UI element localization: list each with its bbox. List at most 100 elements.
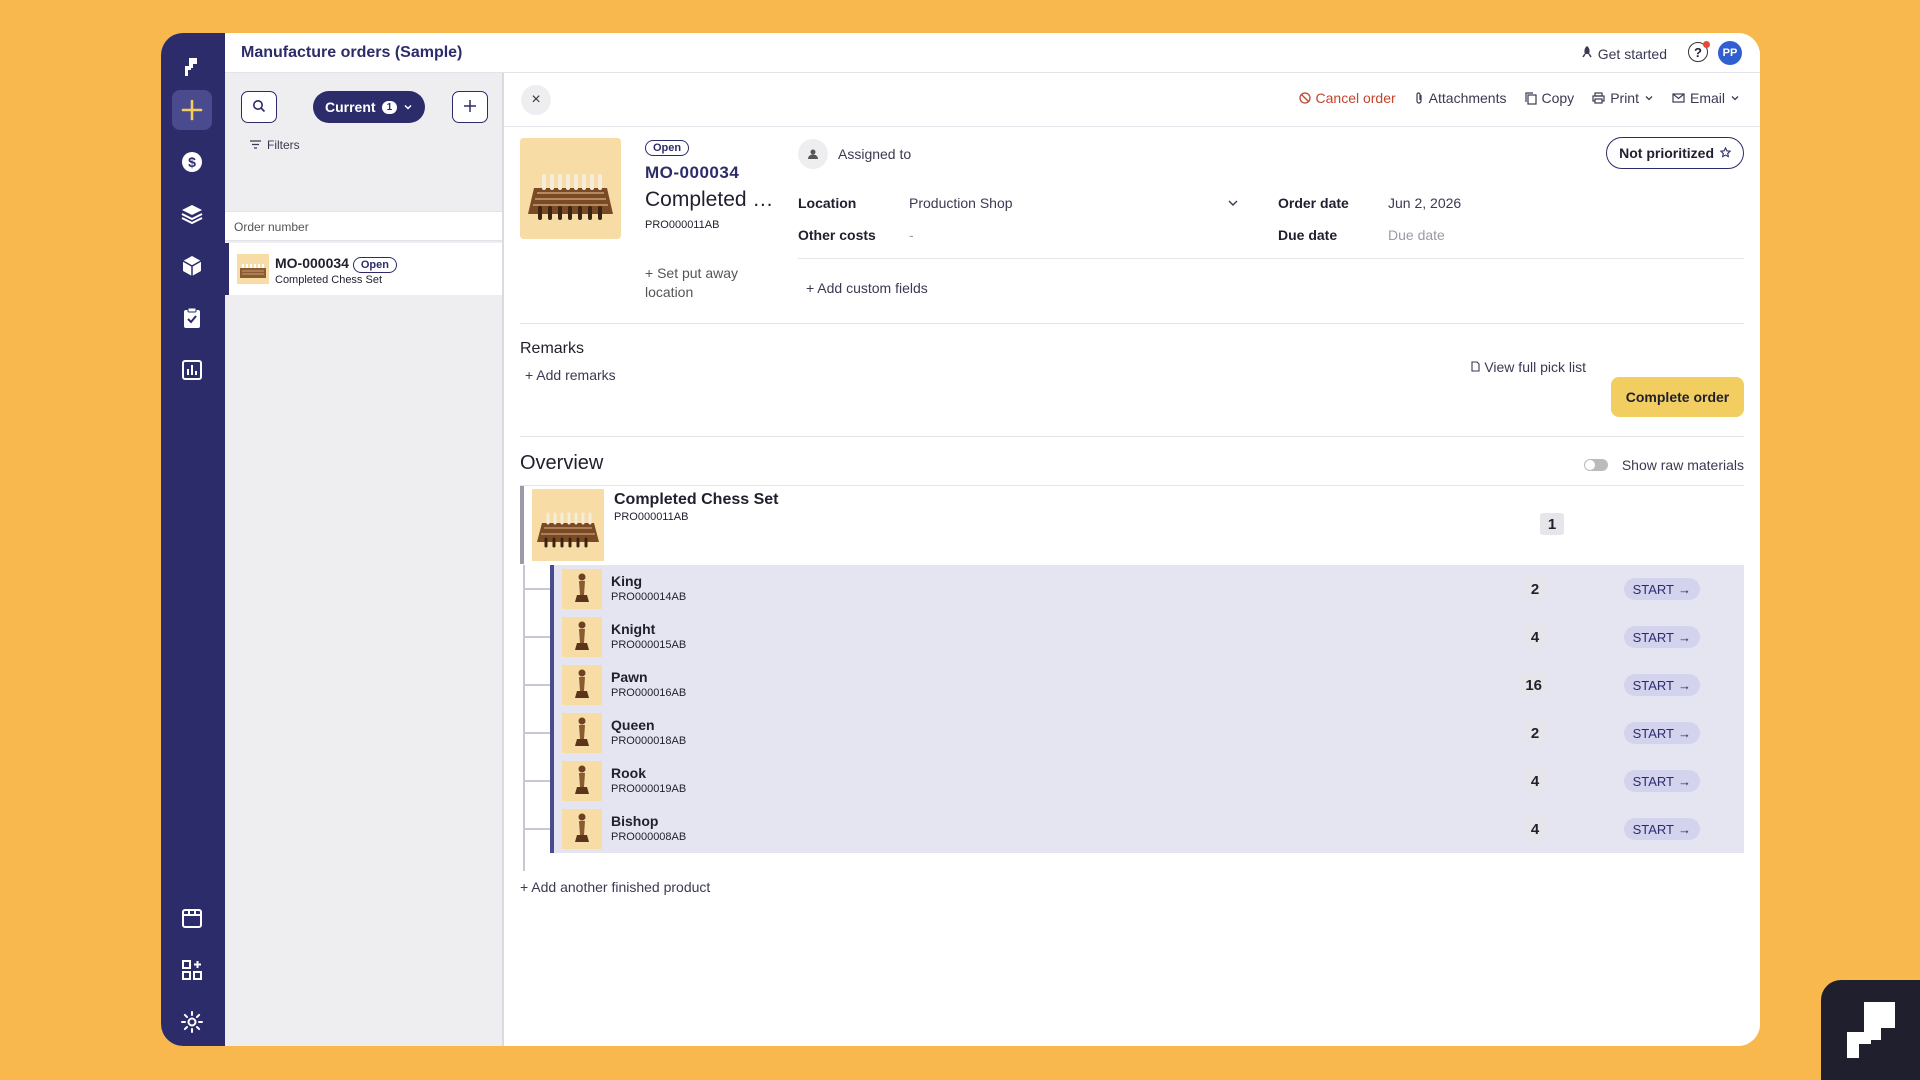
start-button[interactable]: START → xyxy=(1623,722,1700,744)
component-row[interactable]: Bishop PRO000008AB 4 START → xyxy=(550,805,1744,853)
action-bar: Cancel order Attachments Copy Print Emai… xyxy=(1298,90,1740,106)
finished-product-row[interactable]: Completed Chess Set PRO000011AB 1 xyxy=(520,486,1744,564)
set-put-away-location-link[interactable]: + Set put away location xyxy=(645,264,755,302)
gear-icon[interactable] xyxy=(172,1002,212,1042)
component-row[interactable]: Queen PRO000018AB 2 START → xyxy=(550,709,1744,757)
star-icon xyxy=(1719,145,1732,161)
notification-dot xyxy=(1703,41,1710,48)
arrow-right-icon: → xyxy=(1678,677,1691,693)
search-button[interactable] xyxy=(241,91,277,123)
order-number-column-header[interactable]: Order number xyxy=(225,211,502,241)
quantity[interactable]: 2 xyxy=(1523,722,1547,744)
logo-icon[interactable] xyxy=(172,47,212,87)
arrow-right-icon: → xyxy=(1678,773,1691,789)
product-code: PRO000011AB xyxy=(614,511,689,523)
add-custom-fields-link[interactable]: + Add custom fields xyxy=(806,280,928,296)
start-button[interactable]: START → xyxy=(1623,578,1700,600)
arrow-right-icon: → xyxy=(1678,725,1691,741)
chevron-down-icon xyxy=(403,99,413,115)
show-raw-materials-toggle[interactable] xyxy=(1584,459,1608,471)
add-remarks-link[interactable]: + Add remarks xyxy=(525,367,616,383)
component-name: Queen xyxy=(611,717,655,733)
priority-label: Not prioritized xyxy=(1619,145,1714,161)
get-started-label: Get started xyxy=(1597,45,1667,62)
product-name: Completed Chess Set xyxy=(614,491,779,508)
component-row[interactable]: Pawn PRO000016AB 16 START → xyxy=(550,661,1744,709)
dollar-icon[interactable]: $ xyxy=(172,142,212,182)
shop-icon[interactable] xyxy=(172,898,212,938)
plus-icon: + xyxy=(525,367,537,383)
quantity[interactable]: 2 xyxy=(1523,578,1547,600)
component-row[interactable]: Rook PRO000019AB 4 START → xyxy=(550,757,1744,805)
box-icon[interactable] xyxy=(172,246,212,286)
chess-piece-icon xyxy=(562,713,602,753)
due-date-label: Due date xyxy=(1278,227,1338,243)
layers-icon[interactable] xyxy=(172,194,212,234)
assigned-to-field[interactable]: Assigned to xyxy=(838,146,911,162)
complete-order-button[interactable]: Complete order xyxy=(1611,377,1744,417)
order-date-value[interactable]: Jun 2, 2026 xyxy=(1388,195,1461,211)
copy-icon xyxy=(1524,91,1537,105)
status-badge: Open xyxy=(645,138,690,156)
tree-branch xyxy=(523,780,550,782)
component-name: Bishop xyxy=(611,813,659,829)
component-name: King xyxy=(611,573,643,589)
clipboard-check-icon[interactable] xyxy=(172,298,212,338)
start-button[interactable]: START → xyxy=(1623,674,1700,696)
plus-icon[interactable] xyxy=(172,90,212,130)
email-button[interactable]: Email xyxy=(1672,90,1740,106)
start-button[interactable]: START → xyxy=(1623,626,1700,648)
view-pick-list-link[interactable]: View full pick list xyxy=(1471,359,1586,375)
close-button[interactable]: × xyxy=(521,85,551,115)
product-code: PRO000011AB xyxy=(645,219,720,231)
user-icon[interactable] xyxy=(798,139,828,169)
chevron-down-icon xyxy=(1731,96,1739,101)
print-button[interactable]: Print xyxy=(1592,90,1654,106)
tree-branch xyxy=(523,828,550,830)
print-label: Print xyxy=(1610,90,1639,106)
other-costs-value[interactable]: - xyxy=(909,227,914,243)
location-select[interactable]: Production Shop xyxy=(909,195,1013,211)
tree-branch xyxy=(523,732,550,734)
cancel-order-button[interactable]: Cancel order xyxy=(1298,90,1396,106)
product-image xyxy=(532,489,604,561)
quantity[interactable]: 1 xyxy=(1540,513,1564,535)
avatar[interactable]: PP xyxy=(1718,41,1742,65)
component-row[interactable]: Knight PRO000015AB 4 START → xyxy=(550,613,1744,661)
app-window: $ Manufacture orders (Sample) Get starte… xyxy=(161,33,1760,1046)
quantity[interactable]: 4 xyxy=(1523,770,1547,792)
quantity[interactable]: 16 xyxy=(1520,674,1547,696)
copy-button[interactable]: Copy xyxy=(1524,90,1574,106)
arrow-right-icon: → xyxy=(1678,629,1691,645)
add-another-product-link[interactable]: + Add another finished product xyxy=(520,879,710,895)
plus-icon: + xyxy=(806,280,818,296)
chess-piece-icon xyxy=(562,569,602,609)
filter-lines-icon xyxy=(250,138,261,152)
tree-branch xyxy=(523,636,550,638)
list-item[interactable]: MO-000034 Open Completed Chess Set xyxy=(225,243,502,295)
remarks-heading: Remarks xyxy=(520,340,585,357)
apps-add-icon[interactable] xyxy=(172,950,212,990)
order-product: Completed Chess Set xyxy=(275,274,382,286)
attachments-label: Attachments xyxy=(1428,90,1507,106)
get-started-link[interactable]: Get started xyxy=(1581,45,1667,62)
chevron-down-icon[interactable] xyxy=(1227,197,1239,209)
close-icon: × xyxy=(531,91,541,108)
filters-button[interactable]: Filters xyxy=(250,138,300,152)
quantity[interactable]: 4 xyxy=(1523,626,1547,648)
attachments-button[interactable]: Attachments xyxy=(1414,90,1507,106)
current-filter-dropdown[interactable]: Current 1 xyxy=(313,91,426,123)
order-number: MO-000034 Open xyxy=(275,255,397,273)
bar-chart-icon[interactable] xyxy=(172,350,212,390)
priority-button[interactable]: Not prioritized xyxy=(1606,137,1744,169)
start-button[interactable]: START → xyxy=(1623,770,1700,792)
due-date-field[interactable]: Due date xyxy=(1388,227,1445,243)
component-row[interactable]: King PRO000014AB 2 START → xyxy=(550,565,1744,613)
current-filter-label: Current xyxy=(325,99,376,115)
divider xyxy=(520,436,1744,437)
add-order-button[interactable] xyxy=(452,91,488,123)
quantity[interactable]: 4 xyxy=(1523,818,1547,840)
component-code: PRO000018AB xyxy=(611,735,687,747)
start-button[interactable]: START → xyxy=(1623,818,1700,840)
logo-icon xyxy=(1821,980,1920,1080)
